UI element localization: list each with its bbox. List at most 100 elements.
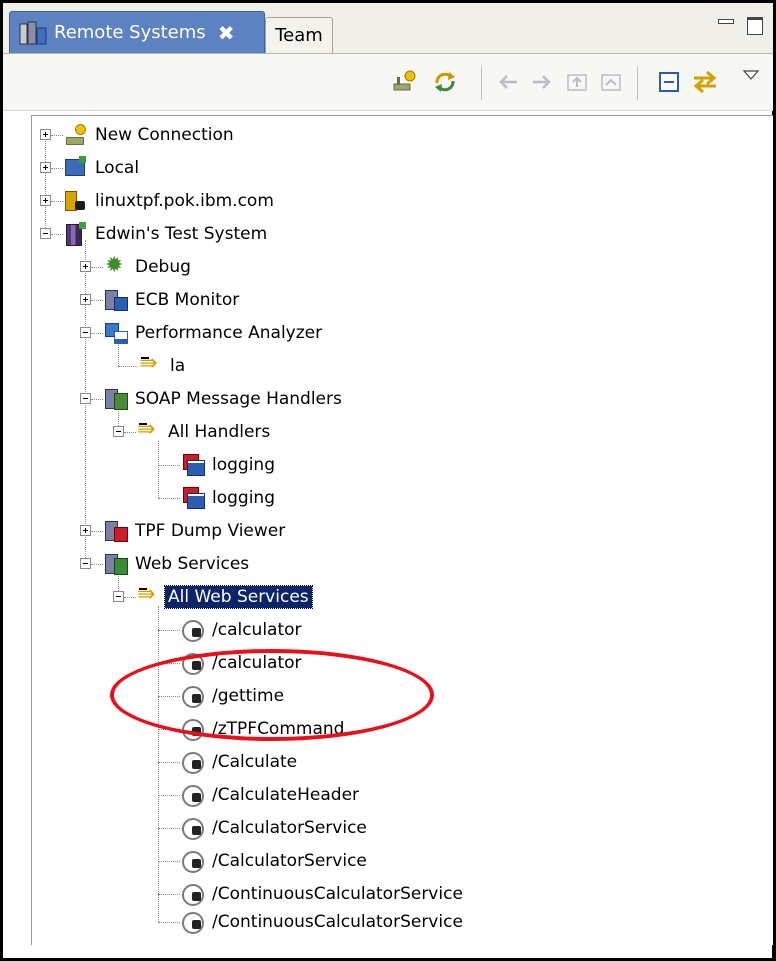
window-controls [717, 17, 763, 35]
collapse-toggle[interactable] [40, 228, 51, 239]
tree-item-local[interactable]: Local [64, 154, 142, 182]
expand-toggle[interactable] [40, 129, 51, 140]
tab-team[interactable]: Team [265, 17, 333, 53]
tree-item-logging[interactable]: logging [181, 484, 278, 512]
tree-item-service[interactable]: /calculator [181, 616, 305, 644]
new-connection-icon[interactable] [391, 68, 419, 96]
tree-item-la[interactable]: la [139, 351, 188, 380]
tree-item-label: Edwin's Test System [95, 224, 268, 244]
expand-toggle[interactable] [40, 195, 51, 206]
tree-item-label: /ContinuousCalculatorService [212, 912, 463, 932]
tree-item-label: logging [212, 455, 275, 475]
web-service-icon [181, 910, 205, 934]
expand-toggle[interactable] [40, 162, 51, 173]
tree-item-all-web-services[interactable]: All Web Services [137, 582, 313, 611]
highlight-ellipse [110, 649, 434, 741]
minimize-icon[interactable] [717, 17, 734, 33]
tree-connector [91, 531, 103, 532]
tree-item-service[interactable]: /CalculateHeader [181, 781, 362, 809]
tree-item-service[interactable]: /ContinuousCalculatorService [181, 908, 466, 936]
tree-item-service[interactable]: /CalculatorService [181, 814, 370, 842]
performance-analyzer-icon [104, 321, 128, 345]
handler-icon [181, 453, 205, 477]
forward-icon[interactable] [527, 68, 555, 96]
tree-item-label: Debug [135, 257, 191, 277]
expand-toggle[interactable] [80, 525, 91, 536]
handler-icon [181, 486, 205, 510]
tree-item-label: ECB Monitor [135, 290, 240, 310]
tree-connector [158, 828, 180, 829]
view-menu-icon[interactable] [737, 62, 765, 90]
tab-team-label: Team [275, 25, 323, 46]
tree-connector [158, 630, 180, 631]
collapse-toggle[interactable] [113, 591, 124, 602]
tree-item-logging[interactable]: logging [181, 451, 278, 479]
home-icon[interactable] [597, 68, 625, 96]
tree-connector [158, 922, 180, 923]
tree-item-linux[interactable]: linuxtpf.pok.ibm.com [64, 187, 277, 215]
view-toolbar [3, 53, 773, 111]
web-service-icon [181, 783, 205, 807]
maximize-icon[interactable] [747, 17, 763, 35]
tree-item-label: /CalculatorService [212, 818, 367, 838]
dump-viewer-icon [104, 519, 128, 543]
collapse-toggle[interactable] [80, 558, 91, 569]
tree-connector [158, 441, 159, 498]
tree-item-service[interactable]: /ContinuousCalculatorService [181, 880, 466, 908]
tree-item-soap-message-handlers[interactable]: SOAP Message Handlers [104, 385, 345, 413]
collapse-toggle[interactable] [80, 327, 91, 338]
web-service-icon [181, 882, 205, 906]
tree-item-label: Performance Analyzer [135, 323, 323, 343]
filter-arrow-icon [137, 417, 161, 444]
tree-item-tpf-dump-viewer[interactable]: TPF Dump Viewer [104, 517, 288, 545]
tree-item-label: logging [212, 488, 275, 508]
tree-connector [51, 168, 63, 169]
tree-item-label: All Handlers [168, 422, 271, 442]
web-service-icon [181, 849, 205, 873]
tree-connector [91, 399, 103, 400]
tree-item-label: SOAP Message Handlers [135, 389, 342, 409]
tree-item-label: New Connection [95, 125, 234, 145]
tree-connector [91, 564, 103, 565]
web-service-icon [181, 750, 205, 774]
tree-item-service[interactable]: /CalculatorService [181, 847, 370, 875]
server-icon [64, 222, 88, 246]
remote-systems-view: Remote Systems ✖ Team New Connection Loc… [0, 0, 776, 961]
link-with-editor-icon[interactable] [691, 68, 719, 96]
tree-item-debug[interactable]: Debug [104, 253, 194, 281]
tree-connector [91, 333, 103, 334]
tree-item-web-services[interactable]: Web Services [104, 550, 252, 578]
tree-item-service[interactable]: /Calculate [181, 748, 300, 776]
toolbar-separator [637, 66, 638, 100]
tree-connector [158, 498, 180, 499]
web-services-icon [104, 552, 128, 576]
filter-arrow-icon [139, 351, 163, 378]
tree-item-label: Local [95, 158, 140, 178]
collapse-toggle[interactable] [80, 393, 91, 404]
tree-item-ecb-monitor[interactable]: ECB Monitor [104, 286, 242, 314]
expand-toggle[interactable] [80, 261, 91, 272]
tree-item-label: /calculator [212, 620, 302, 640]
collapse-toggle[interactable] [113, 426, 124, 437]
tree-item-edwin-test-system[interactable]: Edwin's Test System [64, 220, 270, 248]
close-icon[interactable]: ✖ [218, 21, 235, 45]
tree-item-new-connection[interactable]: New Connection [64, 121, 237, 149]
back-icon[interactable] [495, 68, 523, 96]
tree-item-label: /CalculateHeader [212, 785, 360, 805]
tree-connector [45, 130, 46, 234]
tab-remote-systems[interactable]: Remote Systems ✖ [9, 11, 265, 53]
tree-item-label: /Calculate [212, 752, 298, 772]
refresh-icon[interactable] [431, 68, 459, 96]
tree-item-label: /ContinuousCalculatorService [212, 884, 463, 904]
tree-item-performance-analyzer[interactable]: Performance Analyzer [104, 319, 325, 347]
collapse-all-icon[interactable] [655, 68, 683, 96]
view-tab-bar: Remote Systems ✖ Team [3, 3, 773, 53]
soap-handlers-icon [104, 387, 128, 411]
debug-icon [104, 253, 128, 279]
go-into-icon[interactable] [563, 68, 591, 96]
tree-item-all-handlers[interactable]: All Handlers [137, 417, 273, 446]
expand-toggle[interactable] [80, 294, 91, 305]
tree-connector [158, 894, 180, 895]
tree-connector [158, 465, 180, 466]
tree-connector [158, 606, 159, 922]
